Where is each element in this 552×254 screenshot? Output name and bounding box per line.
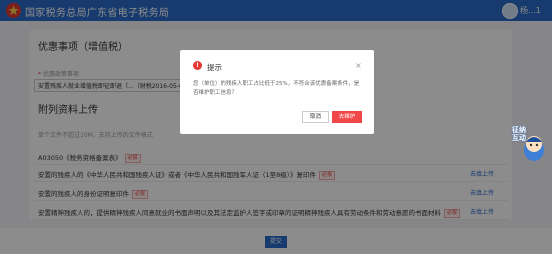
dialog-title: 提示	[207, 63, 222, 72]
warning-icon: !	[193, 61, 202, 70]
mascot-label[interactable]: 征纳 互动	[512, 126, 526, 142]
maintain-button[interactable]: 去维护	[332, 111, 362, 123]
cancel-button[interactable]: 取消	[302, 111, 329, 123]
close-icon[interactable]: ×	[355, 61, 362, 70]
dialog-message: 您（单位）的残疾人职工占比低于25%，不符合该优惠备案条件，是否维护职工信息？	[193, 81, 360, 96]
